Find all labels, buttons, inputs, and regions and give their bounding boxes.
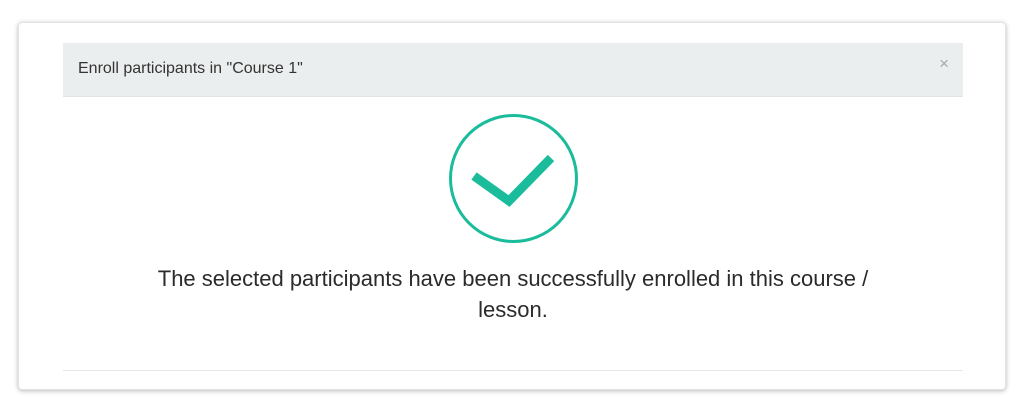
footer-divider xyxy=(63,370,963,371)
enroll-dialog: Enroll participants in "Course 1" × The … xyxy=(18,22,1006,390)
success-message-line-2: lesson. xyxy=(478,297,548,322)
check-circle-icon xyxy=(448,113,579,244)
dialog-title: Enroll participants in "Course 1" xyxy=(78,60,303,77)
success-message: The selected participants have been succ… xyxy=(63,263,963,325)
dialog-header: Enroll participants in "Course 1" × xyxy=(63,43,963,97)
close-button[interactable]: × xyxy=(939,55,949,72)
success-message-line-1: The selected participants have been succ… xyxy=(157,266,869,291)
